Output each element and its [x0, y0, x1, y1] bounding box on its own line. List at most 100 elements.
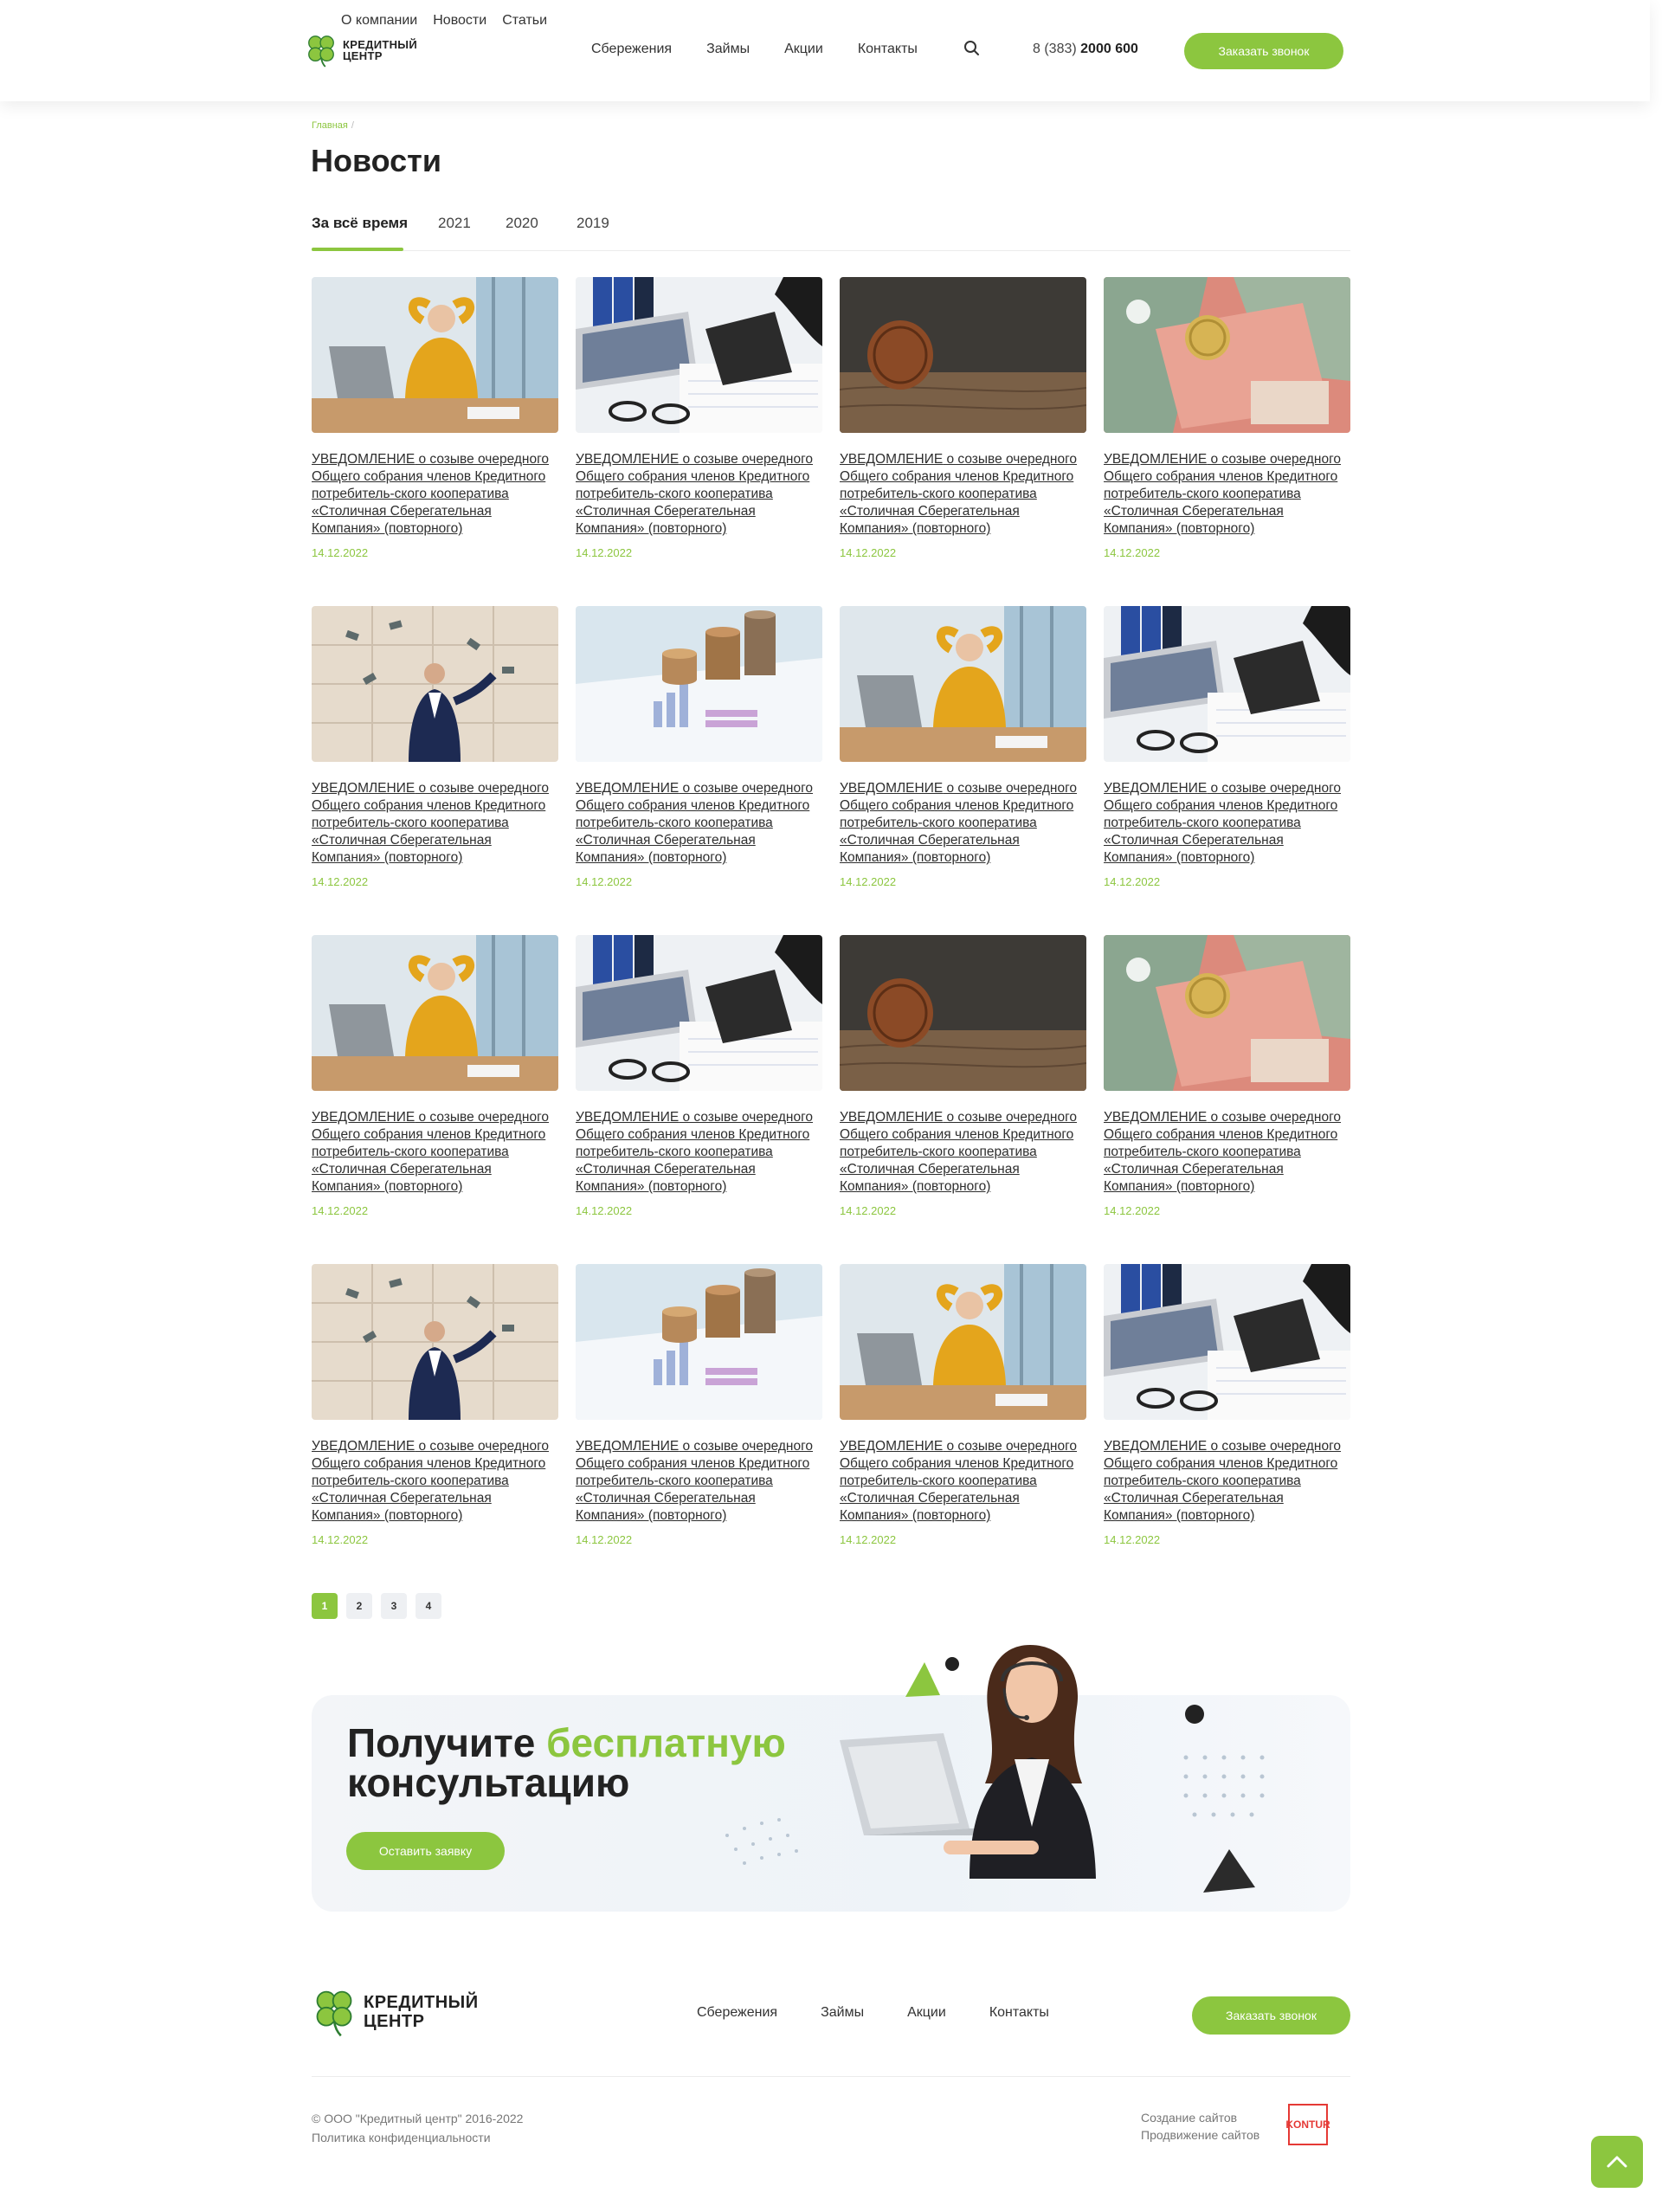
- tab-all-time[interactable]: За всё время: [312, 215, 408, 232]
- promo-title-part2: консультацию: [347, 1760, 630, 1805]
- main-nav: Сбережения Займы Акции Контакты: [591, 42, 918, 57]
- news-card[interactable]: УВЕДОМЛЕНИЕ о созыве очередного Общего с…: [840, 935, 1086, 1231]
- footer-copyright-block: © ООО "Кредитный центр" 2016-2022 Полити…: [312, 2109, 523, 2147]
- nav-contacts[interactable]: Контакты: [858, 42, 918, 57]
- news-title-link[interactable]: УВЕДОМЛЕНИЕ о созыве очередного Общего с…: [840, 451, 1086, 538]
- page-button-4[interactable]: 4: [416, 1593, 441, 1619]
- news-thumbnail[interactable]: [840, 1264, 1086, 1420]
- top-link-news[interactable]: Новости: [433, 13, 486, 29]
- footer-nav-promos[interactable]: Акции: [907, 2005, 946, 2021]
- news-date: 14.12.2022: [840, 875, 897, 888]
- nav-savings[interactable]: Сбережения: [591, 42, 672, 57]
- page-button-1[interactable]: 1: [312, 1593, 338, 1619]
- nav-promos[interactable]: Акции: [784, 42, 823, 57]
- news-title-link[interactable]: УВЕДОМЛЕНИЕ о созыве очередного Общего с…: [576, 451, 822, 538]
- news-title-link[interactable]: УВЕДОМЛЕНИЕ о созыве очередного Общего с…: [312, 780, 558, 867]
- promo-title: Получите бесплатную консультацию: [347, 1723, 786, 1802]
- tab-2019[interactable]: 2019: [577, 215, 609, 232]
- footer-nav-savings[interactable]: Сбережения: [697, 2005, 777, 2021]
- news-title-caps: УВЕДОМЛЕНИЕ: [312, 781, 416, 796]
- page-button-3[interactable]: 3: [381, 1593, 407, 1619]
- news-title-link[interactable]: УВЕДОМЛЕНИЕ о созыве очередного Общего с…: [1104, 451, 1350, 538]
- news-title-link[interactable]: УВЕДОМЛЕНИЕ о созыве очередного Общего с…: [1104, 780, 1350, 867]
- news-title-link[interactable]: УВЕДОМЛЕНИЕ о созыве очередного Общего с…: [1104, 1438, 1350, 1525]
- news-card[interactable]: УВЕДОМЛЕНИЕ о созыве очередного Общего с…: [312, 1264, 558, 1560]
- news-card[interactable]: УВЕДОМЛЕНИЕ о созыве очередного Общего с…: [840, 1264, 1086, 1560]
- news-thumbnail[interactable]: [576, 935, 822, 1091]
- news-thumbnail[interactable]: [312, 606, 558, 762]
- news-thumbnail[interactable]: [1104, 277, 1350, 433]
- footer-logo[interactable]: КРЕДИТНЫЙ ЦЕНТР: [312, 1987, 479, 2037]
- developer-credits[interactable]: Создание сайтов Продвижение сайтов: [1141, 2109, 1259, 2144]
- news-thumbnail[interactable]: [840, 935, 1086, 1091]
- top-links: О компании Новости Статьи: [341, 13, 547, 29]
- news-card[interactable]: УВЕДОМЛЕНИЕ о созыве очередного Общего с…: [1104, 606, 1350, 902]
- scroll-to-top-button[interactable]: [1591, 2136, 1643, 2188]
- order-call-button[interactable]: Заказать звонок: [1184, 33, 1343, 69]
- news-title-caps: УВЕДОМЛЕНИЕ: [312, 1110, 416, 1125]
- news-title-link[interactable]: УВЕДОМЛЕНИЕ о созыве очередного Общего с…: [312, 1438, 558, 1525]
- news-image-woman-office-yellow: [312, 935, 558, 1091]
- news-date: 14.12.2022: [840, 546, 897, 559]
- top-link-about[interactable]: О компании: [341, 13, 417, 29]
- news-title-link[interactable]: УВЕДОМЛЕНИЕ о созыве очередного Общего с…: [312, 1109, 558, 1196]
- news-card[interactable]: УВЕДОМЛЕНИЕ о созыве очередного Общего с…: [576, 606, 822, 902]
- news-title-caps: УВЕДОМЛЕНИЕ: [576, 781, 680, 796]
- news-title-caps: УВЕДОМЛЕНИЕ: [312, 1439, 416, 1454]
- news-thumbnail[interactable]: [840, 606, 1086, 762]
- footer-nav-contacts[interactable]: Контакты: [989, 2005, 1049, 2021]
- news-thumbnail[interactable]: [312, 277, 558, 433]
- news-title-link[interactable]: УВЕДОМЛЕНИЕ о созыве очередного Общего с…: [840, 780, 1086, 867]
- news-card[interactable]: УВЕДОМЛЕНИЕ о созыве очередного Общего с…: [312, 277, 558, 573]
- news-card[interactable]: УВЕДОМЛЕНИЕ о созыве очередного Общего с…: [840, 606, 1086, 902]
- news-thumbnail[interactable]: [576, 277, 822, 433]
- site-header: О компании Новости Статьи КРЕДИТНЫЙ ЦЕНТ…: [0, 0, 1650, 101]
- news-card[interactable]: УВЕДОМЛЕНИЕ о созыве очередного Общего с…: [576, 277, 822, 573]
- tab-2020[interactable]: 2020: [506, 215, 538, 232]
- footer-nav-loans[interactable]: Займы: [821, 2005, 864, 2021]
- header-logo[interactable]: КРЕДИТНЫЙ ЦЕНТР: [305, 33, 417, 68]
- page-button-2[interactable]: 2: [346, 1593, 372, 1619]
- news-card[interactable]: УВЕДОМЛЕНИЕ о созыве очередного Общего с…: [1104, 277, 1350, 573]
- news-title-link[interactable]: УВЕДОМЛЕНИЕ о созыве очередного Общего с…: [840, 1438, 1086, 1525]
- news-title-link[interactable]: УВЕДОМЛЕНИЕ о созыве очередного Общего с…: [1104, 1109, 1350, 1196]
- news-image-coins-charts: [576, 1264, 822, 1420]
- news-thumbnail[interactable]: [312, 1264, 558, 1420]
- news-card[interactable]: УВЕДОМЛЕНИЕ о созыве очередного Общего с…: [576, 935, 822, 1231]
- nav-loans[interactable]: Займы: [706, 42, 750, 57]
- top-link-articles[interactable]: Статьи: [502, 13, 547, 29]
- clover-logo-icon: [316, 1990, 352, 2037]
- news-thumbnail[interactable]: [576, 606, 822, 762]
- news-thumbnail[interactable]: [576, 1264, 822, 1420]
- news-title-link[interactable]: УВЕДОМЛЕНИЕ о созыве очередного Общего с…: [576, 1438, 822, 1525]
- kontur-logo[interactable]: KONTUR: [1285, 2104, 1330, 2145]
- news-image-calculator-glasses: [1104, 606, 1350, 762]
- news-title-caps: УВЕДОМЛЕНИЕ: [576, 452, 680, 467]
- news-thumbnail[interactable]: [1104, 606, 1350, 762]
- breadcrumb-home[interactable]: Главная: [312, 120, 348, 131]
- news-title-link[interactable]: УВЕДОМЛЕНИЕ о созыве очередного Общего с…: [312, 451, 558, 538]
- breadcrumb-separator: /: [351, 120, 354, 131]
- search-icon[interactable]: [963, 40, 981, 57]
- news-title-caps: УВЕДОМЛЕНИЕ: [576, 1439, 680, 1454]
- news-card[interactable]: УВЕДОМЛЕНИЕ о созыве очередного Общего с…: [312, 935, 558, 1231]
- leave-request-button[interactable]: Оставить заявку: [346, 1832, 505, 1870]
- news-title-link[interactable]: УВЕДОМЛЕНИЕ о созыве очередного Общего с…: [576, 780, 822, 867]
- header-phone[interactable]: 8 (383) 2000 600: [1033, 42, 1138, 57]
- news-thumbnail[interactable]: [1104, 1264, 1350, 1420]
- news-card[interactable]: УВЕДОМЛЕНИЕ о созыве очередного Общего с…: [840, 277, 1086, 573]
- news-card[interactable]: УВЕДОМЛЕНИЕ о созыве очередного Общего с…: [576, 1264, 822, 1560]
- news-title-link[interactable]: УВЕДОМЛЕНИЕ о созыве очередного Общего с…: [840, 1109, 1086, 1196]
- news-thumbnail[interactable]: [312, 935, 558, 1091]
- news-thumbnail[interactable]: [1104, 935, 1350, 1091]
- tab-2021[interactable]: 2021: [438, 215, 471, 232]
- news-card[interactable]: УВЕДОМЛЕНИЕ о созыве очередного Общего с…: [1104, 935, 1350, 1231]
- privacy-policy-link[interactable]: Политика конфиденциальности: [312, 2128, 523, 2147]
- news-date: 14.12.2022: [576, 546, 633, 559]
- news-thumbnail[interactable]: [840, 277, 1086, 433]
- news-card[interactable]: УВЕДОМЛЕНИЕ о созыве очередного Общего с…: [1104, 1264, 1350, 1560]
- news-title-caps: УВЕДОМЛЕНИЕ: [1104, 1439, 1208, 1454]
- news-card[interactable]: УВЕДОМЛЕНИЕ о созыве очередного Общего с…: [312, 606, 558, 902]
- footer-order-call-button[interactable]: Заказать звонок: [1192, 1996, 1350, 2035]
- news-title-link[interactable]: УВЕДОМЛЕНИЕ о созыве очередного Общего с…: [576, 1109, 822, 1196]
